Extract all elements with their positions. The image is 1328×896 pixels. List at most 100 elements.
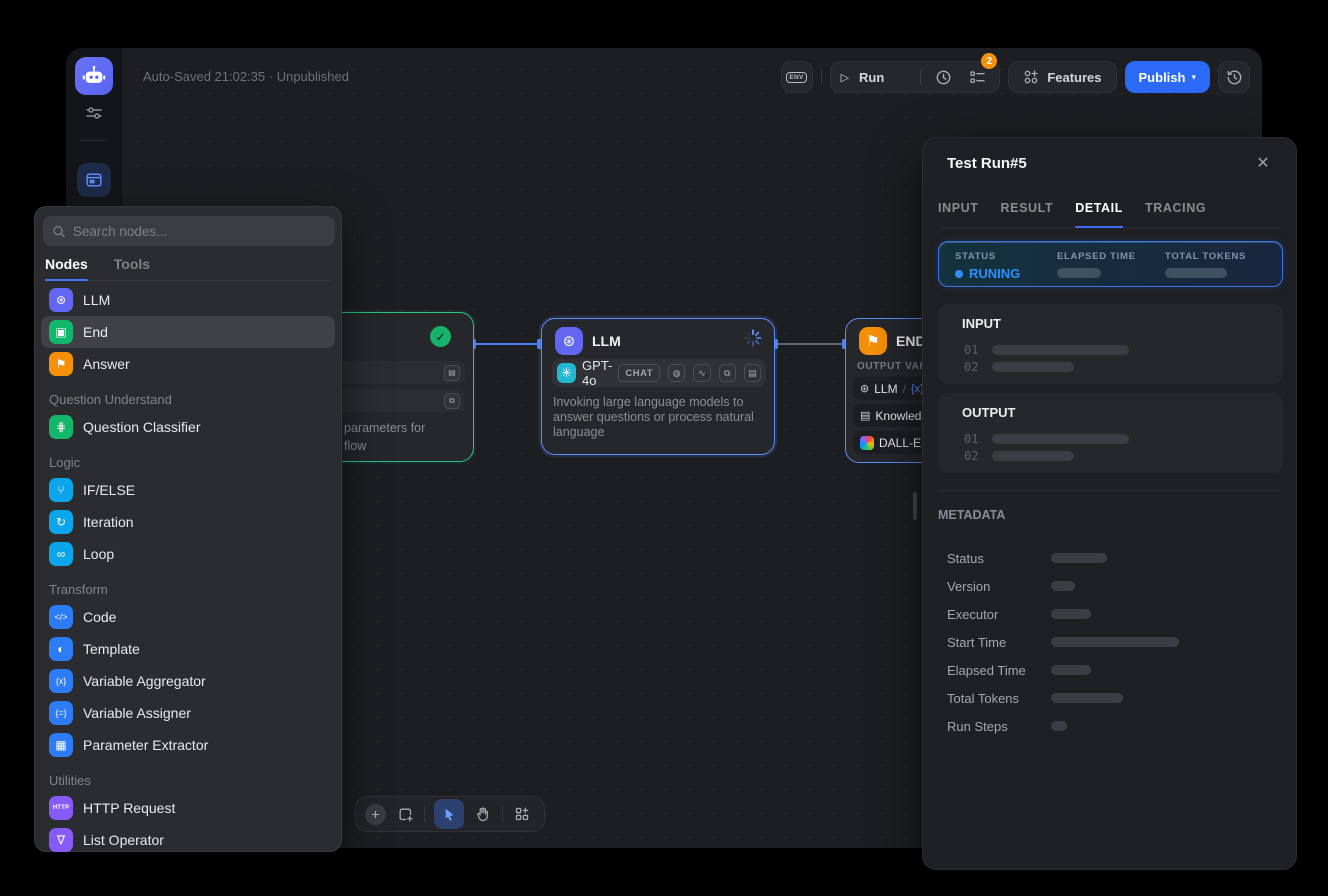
palette-node-item[interactable]: ▦ Parameter Extractor [41,729,335,761]
add-note-button[interactable] [395,804,415,824]
end-node-icon: ⚑ [859,327,887,355]
start-field-row[interactable]: ▤ [331,361,465,384]
palette-section-label: Utilities [41,761,335,792]
palette-node-label: Iteration [83,514,134,530]
palette-node-label: Answer [83,356,130,372]
edge-llm-to-end [777,343,845,345]
palette-node-item[interactable]: ◐ Template [41,633,335,665]
metadata-row: Status [947,544,1281,572]
checklist-icon [969,69,986,86]
tab-detail[interactable]: DETAIL [1075,188,1123,227]
tab-tracing[interactable]: TRACING [1145,188,1206,227]
organize-nodes-button[interactable] [512,804,532,824]
close-icon[interactable]: ✕ [1252,152,1274,174]
success-check-icon: ✓ [430,326,451,347]
elapsed-skeleton [1057,268,1101,278]
metadata-row: Start Time [947,628,1281,656]
total-tokens-label: TOTAL TOKENS [1165,251,1246,262]
palette-node-label: Template [83,641,140,657]
metadata-row-label: Status [947,551,1051,566]
features-button[interactable]: Features [1008,61,1116,93]
node-search[interactable] [43,216,335,246]
llm-node-title: LLM [592,333,621,349]
if-else-icon: ⑂ [49,478,73,502]
run-history-button[interactable] [931,65,955,89]
llm-node-icon: ⊛ [555,327,583,355]
dalle-icon [860,436,874,450]
palette-node-label: Variable Aggregator [83,673,206,689]
iteration-icon: ↻ [49,510,73,534]
variable-assigner-icon: {=} [49,701,73,725]
search-input[interactable] [73,224,326,239]
palette-node-label: Code [83,609,116,625]
audio-icon: ∿ [693,364,710,382]
vision-icon: ◍ [668,364,685,382]
palette-node-item[interactable]: HTTP HTTP Request [41,792,335,824]
palette-node-item[interactable]: ▣ End [41,316,335,348]
model-name: GPT-4o [582,358,612,388]
metadata-row-label: Total Tokens [947,691,1051,706]
palette-node-item[interactable]: </> Code [41,601,335,633]
run-panel-title: Test Run#5 [947,155,1027,172]
pointer-tool-button[interactable] [434,799,464,829]
add-node-button[interactable]: + [365,804,386,825]
metadata-label: METADATA [938,508,1005,522]
start-field-row[interactable]: ⧉ [331,389,465,412]
edge-start-to-llm [476,343,541,345]
palette-node-item[interactable]: ∇ List Operator [41,824,335,856]
tab-tools[interactable]: Tools [114,251,150,280]
palette-node-label: IF/ELSE [83,482,135,498]
palette-node-item[interactable]: {=} Variable Assigner [41,697,335,729]
test-run-panel: Test Run#5 ✕ INPUT RESULT DETAIL TRACING… [922,137,1297,870]
settings-sliders-icon[interactable] [83,102,105,124]
variable-name: LLM [874,382,897,396]
input-skeleton [992,362,1074,372]
robot-app-icon[interactable] [75,57,113,95]
publish-button[interactable]: Publish ▾ [1125,61,1210,93]
chevron-down-icon: ▾ [1191,72,1196,83]
tab-input[interactable]: INPUT [938,188,979,227]
palette-node-label: List Operator [83,832,164,848]
answer-icon: ⚑ [49,352,73,376]
palette-node-item[interactable]: ⚑ Answer [41,348,335,380]
palette-node-item[interactable]: ⊛ LLM [41,284,335,316]
features-icon [1023,69,1039,85]
palette-node-item[interactable]: ↻ Iteration [41,506,335,538]
run-status-card: STATUS RUNING ELAPSED TIME TOTAL TOKENS [938,241,1283,287]
metadata-skeleton [1051,609,1091,619]
document-icon: ▤ [744,364,761,382]
input-skeleton [992,345,1129,355]
llm-node[interactable]: ⊛ LLM ✳ GPT-4o CHAT ◍ ∿ ⧉ ▤ Invoking [541,318,775,455]
metadata-skeleton [1051,721,1067,731]
metadata-skeleton [1051,553,1107,563]
metadata-divider [938,490,1281,491]
play-icon: ▷ [841,71,849,84]
env-button[interactable]: ENV [781,61,813,93]
node-palette-panel: Nodes Tools ⊛ LLM ▣ End ⚑ Answer Questio… [34,206,342,852]
run-button[interactable]: Run [859,70,884,85]
tab-nodes[interactable]: Nodes [45,251,88,280]
metadata-rows: Status Version Executor Start Time Elaps… [947,544,1281,740]
palette-section-label: Transform [41,570,335,601]
palette-node-item[interactable]: ∞ Loop [41,538,335,570]
palette-node-item[interactable]: ⋕ Question Classifier [41,411,335,443]
topbar-actions: ENV ▷ Run 2 [781,61,1250,93]
llm-node-description: Invoking large language models to answer… [553,395,765,440]
metadata-row-label: Executor [947,607,1051,622]
panel-resize-handle[interactable] [913,492,917,520]
hand-tool-button[interactable] [473,804,493,824]
palette-node-item[interactable]: {x} Variable Aggregator [41,665,335,697]
metadata-skeleton [1051,581,1075,591]
model-selector[interactable]: ✳ GPT-4o CHAT ◍ ∿ ⧉ ▤ [552,359,766,387]
palette-tabs: Nodes Tools [45,251,331,281]
env-icon: ENV [786,72,806,83]
palette-node-label: LLM [83,292,110,308]
sidebar-divider [80,140,108,141]
checklist-badge: 2 [981,53,997,69]
checklist-button[interactable]: 2 [965,65,989,89]
palette-node-item[interactable]: ⑂ IF/ELSE [41,474,335,506]
preview-window-button[interactable] [77,163,111,197]
version-history-button[interactable] [1218,61,1250,93]
tab-result[interactable]: RESULT [1001,188,1054,227]
palette-node-label: Loop [83,546,114,562]
